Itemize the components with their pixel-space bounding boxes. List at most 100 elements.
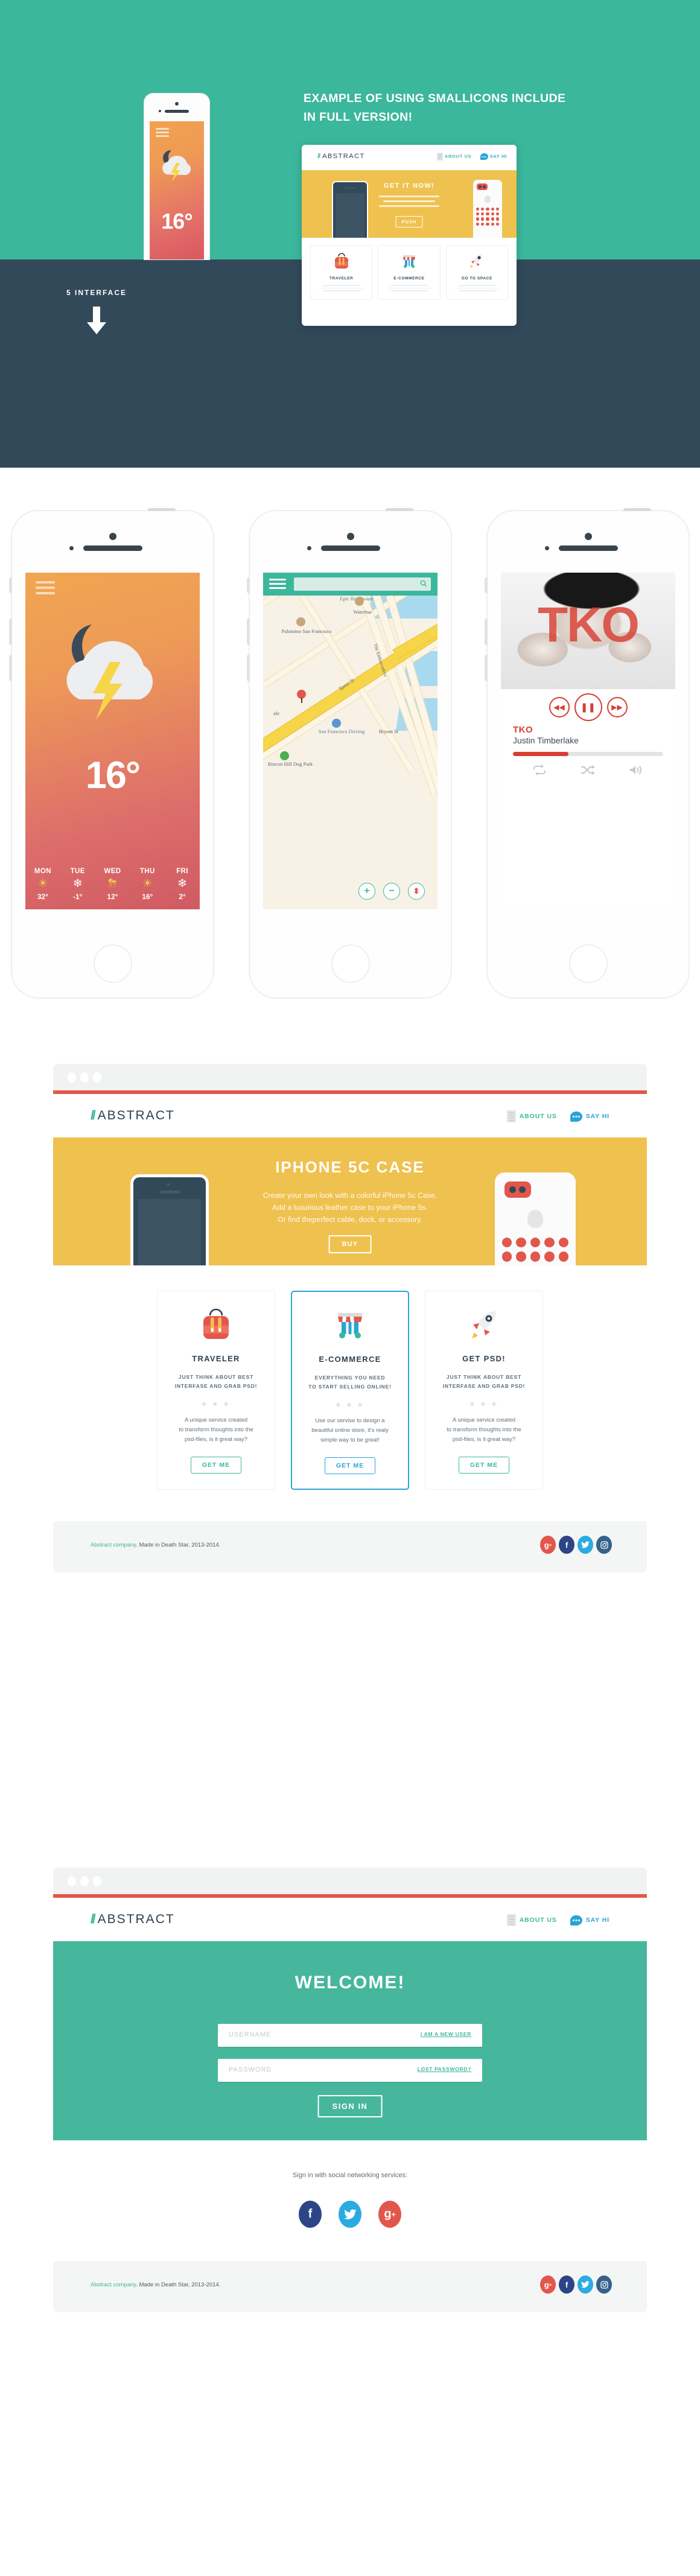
phone-mute-switch[interactable]: [485, 577, 488, 593]
site-brand[interactable]: //ABSTRACT: [91, 1108, 175, 1123]
phone-home-button[interactable]: [331, 944, 370, 983]
weather-moon-cloud-lightning-icon: [40, 615, 185, 739]
minimize-icon[interactable]: [80, 1876, 89, 1886]
phone-mute-switch[interactable]: [247, 577, 250, 593]
footer-company-name[interactable]: Abstract company: [91, 1542, 136, 1548]
phone-power-button[interactable]: [386, 508, 413, 511]
site-brand[interactable]: //ABSTRACT: [91, 1912, 175, 1927]
instagram-icon[interactable]: [596, 2275, 612, 2294]
feature-card-ecommerce[interactable]: E-COMMERCE EVERYTHING YOU NEED TO START …: [291, 1291, 409, 1490]
document-icon: [506, 1914, 516, 1926]
google-plus-icon[interactable]: g +: [378, 2201, 401, 2228]
get-me-button[interactable]: GET ME: [190, 1457, 242, 1474]
promo-banner: IPHONE 5C CASE Create your own look with…: [53, 1137, 647, 1265]
mini-card-ecommerce[interactable]: E-COMMERCE: [378, 245, 441, 300]
mini-card-text-lines: [382, 285, 436, 291]
login-welcome-heading: WELCOME!: [294, 1973, 406, 1992]
feature-card-traveler[interactable]: TRAVELER JUST THINK ABOUT BEST INTERFASE…: [157, 1291, 275, 1490]
forward-button[interactable]: ▶▶: [606, 697, 628, 717]
nav-about-us-label: ABOUT US: [519, 1113, 557, 1120]
facebook-icon[interactable]: f: [559, 1536, 574, 1554]
lost-password-link[interactable]: LOST PASSWORD?: [418, 2066, 471, 2072]
forecast-day: TUE ❄ -1°: [60, 868, 95, 901]
maximize-icon[interactable]: [93, 1072, 101, 1083]
map-compass-button[interactable]: ⬍: [408, 883, 425, 900]
hamburger-menu-icon[interactable]: [156, 128, 169, 139]
nav-about-us[interactable]: ABOUT US: [506, 1914, 557, 1926]
phone-volume-up-button[interactable]: [247, 619, 250, 645]
shuffle-icon[interactable]: [580, 765, 596, 778]
username-field[interactable]: USERNAME I AM A NEW USER: [218, 2024, 482, 2047]
map-label: Palomino San Francisco: [281, 628, 332, 634]
map-zoom-out-button[interactable]: −: [383, 883, 400, 900]
facebook-icon[interactable]: f: [559, 2275, 574, 2294]
footer-social-links: g + f: [540, 2275, 612, 2294]
phone-volume-down-button[interactable]: [485, 655, 488, 681]
get-me-button[interactable]: GET ME: [324, 1457, 376, 1474]
map-zoom-in-button[interactable]: +: [358, 883, 375, 900]
mini-nav-about-us[interactable]: ABOUT US: [436, 153, 472, 161]
phone-volume-up-button[interactable]: [9, 619, 12, 645]
mini-card-traveler[interactable]: TRAVELER: [310, 245, 373, 300]
nav-about-us[interactable]: ABOUT US: [506, 1110, 557, 1122]
iphone-case-graphic: [495, 1172, 576, 1265]
map-label: Bryant St: [378, 728, 399, 734]
footer-company-name[interactable]: Abstract company: [91, 2282, 136, 2288]
phone-home-button[interactable]: [568, 944, 608, 983]
buy-button[interactable]: BUY: [328, 1235, 372, 1253]
brand-slashes-icon: //: [317, 153, 320, 160]
feature-subtitle-line-1: JUST THINK ABOUT BEST: [446, 1374, 522, 1380]
mini-card-go-to-space[interactable]: GO TO SPACE: [445, 245, 508, 300]
google-plus-icon[interactable]: g +: [540, 2275, 556, 2294]
map-location-pin-icon[interactable]: [297, 690, 306, 703]
phone-volume-down-button[interactable]: [9, 655, 12, 681]
phone-volume-down-button[interactable]: [247, 655, 250, 681]
twitter-icon[interactable]: [578, 2275, 593, 2294]
shop-icon: [401, 255, 417, 272]
instagram-icon[interactable]: [596, 1536, 612, 1554]
phone-home-button[interactable]: [93, 944, 132, 983]
pause-button[interactable]: ❚❚: [574, 693, 602, 721]
park-poi-icon[interactable]: [280, 751, 289, 760]
restaurant-poi-icon[interactable]: [296, 617, 305, 626]
twitter-icon[interactable]: [578, 1536, 593, 1554]
facebook-icon[interactable]: f: [299, 2201, 322, 2228]
sign-in-button[interactable]: SIGN IN: [317, 2095, 383, 2117]
nav-say-hi[interactable]: SAY HI: [570, 1111, 609, 1122]
close-icon[interactable]: [68, 1072, 76, 1083]
hamburger-menu-icon[interactable]: [269, 579, 286, 591]
close-icon[interactable]: [68, 1876, 76, 1886]
minimize-icon[interactable]: [80, 1072, 89, 1083]
password-field[interactable]: PASSWORD LOST PASSWORD?: [218, 2059, 482, 2082]
phone-power-button[interactable]: [623, 508, 651, 511]
site-header: //ABSTRACT ABOUT US SAY HI: [53, 1898, 647, 1941]
phone-sensor-icon: [544, 546, 549, 550]
hamburger-menu-icon[interactable]: [36, 581, 55, 597]
restaurant-poi-icon[interactable]: [355, 597, 364, 606]
feature-card-get-psd[interactable]: GET PSD! JUST THINK ABOUT BEST INTERFASE…: [425, 1291, 543, 1490]
phone-camera-icon: [175, 102, 179, 106]
phone-mute-switch[interactable]: [9, 577, 12, 593]
phone-speaker-icon: [165, 110, 189, 113]
map-search-input[interactable]: [294, 577, 431, 591]
mini-nav-say-hi[interactable]: SAY HI: [480, 153, 507, 160]
rewind-button[interactable]: ◀◀: [549, 697, 570, 717]
mini-push-button[interactable]: PUSH: [395, 216, 423, 227]
google-plus-icon[interactable]: g +: [540, 1536, 556, 1554]
music-progress-bar[interactable]: [513, 752, 663, 756]
chat-bubble-icon: [570, 1111, 582, 1122]
phone-power-button[interactable]: [148, 508, 176, 511]
feature-subtitle-line-1: EVERYTHING YOU NEED: [314, 1375, 386, 1381]
new-user-link[interactable]: I AM A NEW USER: [421, 2031, 471, 2037]
chat-bubble-icon: [480, 153, 488, 160]
get-me-button[interactable]: GET ME: [458, 1457, 510, 1474]
repeat-icon[interactable]: [532, 765, 547, 778]
volume-icon[interactable]: [629, 765, 644, 778]
twitter-icon[interactable]: [339, 2201, 361, 2228]
nav-say-hi[interactable]: SAY HI: [570, 1915, 609, 1926]
social-login-panel: Sign in with social networking services:…: [53, 2140, 647, 2261]
mini-brand[interactable]: // ABSTRACT: [317, 153, 365, 160]
parking-poi-icon[interactable]: [332, 719, 341, 728]
maximize-icon[interactable]: [93, 1876, 101, 1886]
phone-volume-up-button[interactable]: [485, 619, 488, 645]
